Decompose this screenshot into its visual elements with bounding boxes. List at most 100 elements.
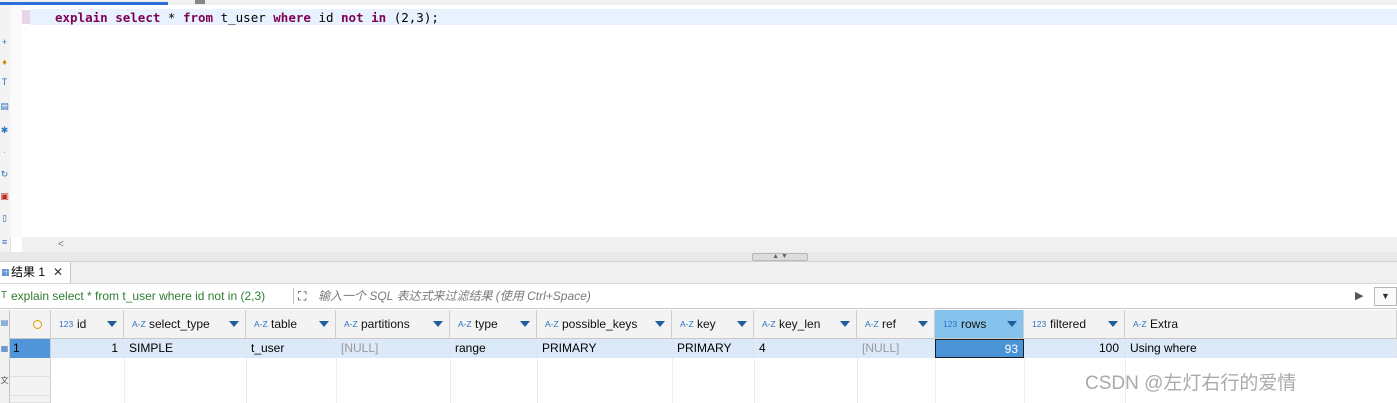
settings-icon[interactable]: ✱	[0, 125, 9, 135]
selected-table-cell[interactable]: 93	[935, 339, 1024, 358]
sql-statement[interactable]: explain select * from t_user where id no…	[55, 10, 439, 25]
column-header-rows[interactable]: 123 rows	[935, 310, 1024, 339]
table-cell[interactable]: Using where	[1125, 339, 1397, 358]
column-header-possible-keys[interactable]: A-Z possible_keys	[537, 310, 672, 339]
sql-text: (2,3);	[386, 10, 439, 25]
sort-dropdown-icon[interactable]	[433, 321, 443, 327]
column-divider	[857, 358, 858, 403]
sort-dropdown-icon[interactable]	[229, 321, 239, 327]
sql-text: t_user	[213, 10, 274, 25]
column-name: type	[475, 317, 498, 331]
text-type-icon: A-Z	[254, 319, 268, 329]
column-divider	[537, 358, 538, 403]
commit-icon[interactable]: ♦	[0, 57, 9, 67]
column-header-extra[interactable]: A-Z Extra	[1125, 310, 1397, 339]
column-name: filtered	[1050, 317, 1087, 331]
sort-dropdown-icon[interactable]	[918, 321, 928, 327]
column-header-table[interactable]: A-Z table	[246, 310, 336, 339]
grid-view-icon[interactable]: ▤	[0, 318, 9, 328]
table-cell[interactable]: t_user	[246, 339, 336, 358]
row-header-corner[interactable]	[10, 310, 51, 339]
column-header-partitions[interactable]: A-Z partitions	[336, 310, 450, 339]
document-icon[interactable]: ▯	[0, 213, 9, 223]
table-cell[interactable]: PRIMARY	[672, 339, 754, 358]
sql-keyword: in	[371, 10, 387, 25]
editor-gutter	[10, 5, 22, 237]
sort-dropdown-icon[interactable]	[1007, 321, 1017, 327]
column-header-id[interactable]: 123 id	[51, 310, 124, 339]
sql-keyword: from	[182, 10, 214, 25]
results-tab-bar: ▦ 结果 1 ✕	[0, 262, 1397, 284]
results-filter-bar: T explain select * from t_user where id …	[0, 284, 1397, 309]
column-name: select_type	[149, 317, 210, 331]
filter-expression-input[interactable]	[318, 284, 1348, 308]
editor-horizontal-scrollbar[interactable]: <	[22, 237, 1397, 252]
row-number[interactable]: 1	[10, 339, 51, 358]
sort-dropdown-icon[interactable]	[655, 321, 665, 327]
table-cell[interactable]: [NULL]	[857, 339, 935, 358]
file-icon[interactable]: ▤	[0, 101, 9, 111]
column-divider	[672, 358, 673, 403]
filter-history-dropdown[interactable]: ▼	[1374, 287, 1397, 306]
sql-editor[interactable]	[22, 5, 1397, 237]
column-divider	[124, 358, 125, 403]
sort-dropdown-icon[interactable]	[319, 321, 329, 327]
expand-arrows-icon[interactable]: ⛶	[298, 288, 306, 304]
sort-dropdown-icon[interactable]	[107, 321, 117, 327]
add-icon[interactable]: +	[0, 37, 9, 47]
sort-dropdown-icon[interactable]	[1108, 321, 1118, 327]
table-cell[interactable]: 4	[754, 339, 857, 358]
table-cell[interactable]: SIMPLE	[124, 339, 246, 358]
column-header-filtered[interactable]: 123 filtered	[1024, 310, 1125, 339]
sql-keyword: explain	[55, 10, 108, 25]
number-type-icon: 123	[943, 319, 958, 329]
table-cell[interactable]: PRIMARY	[537, 339, 672, 358]
splitter-grip-icon[interactable]: ▲ ▼	[752, 253, 808, 261]
table-cell[interactable]: 100	[1024, 339, 1125, 358]
apply-filter-icon[interactable]: ▶	[1355, 290, 1363, 302]
column-header-key-len[interactable]: A-Z key_len	[754, 310, 857, 339]
editor-tab-marker	[195, 0, 205, 4]
results-side-panel: ▤ ▦ 文	[0, 310, 10, 403]
text-type-icon: A-Z	[762, 319, 776, 329]
sql-text: id	[310, 10, 342, 25]
table-cell[interactable]: 1	[51, 339, 124, 358]
tab-results-1[interactable]: ▦ 结果 1 ✕	[0, 262, 71, 283]
executed-query-text: explain select * from t_user where id no…	[11, 289, 266, 303]
text-type-icon: A-Z	[132, 319, 146, 329]
column-divider	[450, 358, 451, 403]
sort-dropdown-icon[interactable]	[737, 321, 747, 327]
column-header-select-type[interactable]: A-Z select_type	[124, 310, 246, 339]
text-view-icon[interactable]: 文	[0, 376, 9, 386]
grid-view-icon[interactable]: ▦	[0, 344, 9, 354]
table-cell[interactable]: [NULL]	[336, 339, 450, 358]
column-name: possible_keys	[562, 317, 638, 331]
sql-keyword: select	[115, 10, 161, 25]
number-type-icon: 123	[1032, 319, 1047, 329]
column-name: ref	[882, 317, 897, 331]
column-header-ref[interactable]: A-Z ref	[857, 310, 935, 339]
text-format-icon[interactable]: T	[0, 77, 9, 87]
column-name: key_len	[779, 317, 821, 331]
watermark: CSDN @左灯右行的爱情	[1085, 373, 1297, 394]
scroll-left-icon[interactable]: <	[58, 237, 64, 252]
column-header-key[interactable]: A-Z key	[672, 310, 754, 339]
list-icon[interactable]: ≡	[0, 237, 9, 247]
panel-splitter[interactable]: ▲ ▼	[0, 252, 1397, 262]
sort-dropdown-icon[interactable]	[840, 321, 850, 327]
text-type-icon: A-Z	[458, 319, 472, 329]
sort-dropdown-icon[interactable]	[520, 321, 530, 327]
column-header-type[interactable]: A-Z type	[450, 310, 537, 339]
column-name: Extra	[1150, 317, 1179, 331]
sql-text: *	[160, 10, 183, 25]
close-icon[interactable]: ✕	[53, 262, 63, 283]
grid-icon: ▦	[1, 267, 10, 277]
table-cell[interactable]: range	[450, 339, 537, 358]
column-divider	[935, 358, 936, 403]
column-divider	[246, 358, 247, 403]
refresh-icon[interactable]: ↻	[0, 169, 9, 179]
lock-icon[interactable]: ▣	[0, 191, 9, 201]
query-expand-icon[interactable]: T	[1, 290, 7, 302]
tab-label: 结果 1	[11, 265, 46, 279]
